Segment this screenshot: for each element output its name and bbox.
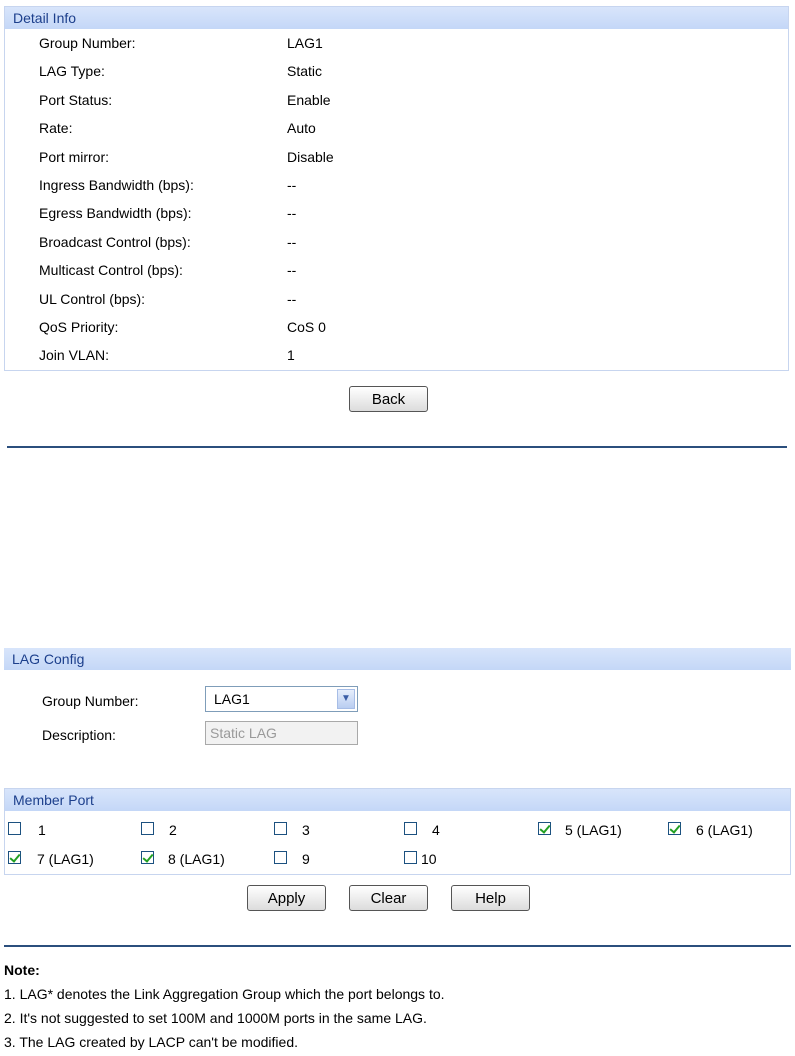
group-number-label: Group Number:	[42, 693, 139, 709]
detail-label: Broadcast Control (bps):	[39, 233, 191, 250]
group-number-select[interactable]: LAG1 ▼	[205, 686, 358, 712]
detail-label: LAG Type:	[39, 63, 105, 80]
port-label: 6 (LAG1)	[696, 822, 753, 838]
detail-label: Ingress Bandwidth (bps):	[39, 176, 194, 193]
detail-label: Rate:	[39, 120, 73, 137]
detail-value: --	[287, 233, 297, 250]
description-label: Description:	[42, 727, 116, 743]
detail-info-header: Detail Info	[5, 7, 788, 29]
port-label: 10	[421, 851, 437, 867]
port-label: 9	[302, 851, 310, 867]
detail-row: Group Number: LAG1	[5, 29, 788, 57]
detail-label: Multicast Control (bps):	[39, 262, 183, 279]
detail-row: LAG Type: Static	[5, 57, 788, 85]
checkbox-checked[interactable]	[141, 851, 154, 864]
detail-table: Group Number: LAG1 LAG Type: Static Port S…	[5, 29, 788, 370]
detail-value: --	[287, 176, 297, 193]
detail-label: Port Status:	[39, 91, 113, 108]
divider	[4, 945, 791, 947]
port-label: 8 (LAG1)	[168, 851, 225, 867]
note-line: 2. It's not suggested to set 100M and 10…	[4, 1010, 427, 1026]
group-number-value: LAG1	[214, 691, 250, 707]
detail-value: CoS 0	[287, 318, 326, 335]
note-line: 3. The LAG created by LACP can't be modi…	[4, 1034, 298, 1050]
divider	[7, 446, 787, 448]
detail-label: QoS Priority:	[39, 318, 119, 335]
detail-label: Join VLAN:	[39, 347, 110, 364]
detail-row: Egress Bandwidth (bps): --	[5, 199, 788, 227]
detail-label: Group Number:	[39, 35, 136, 51]
port-label: 7 (LAG1)	[37, 851, 94, 867]
detail-value: Auto	[287, 120, 316, 137]
detail-row: QoS Priority: CoS 0	[5, 313, 788, 341]
detail-row: Port Status: Enable	[5, 86, 788, 114]
apply-button[interactable]: Apply	[247, 885, 326, 911]
detail-row: Rate: Auto	[5, 114, 788, 142]
detail-value: --	[287, 262, 297, 279]
detail-label: Egress Bandwidth (bps):	[39, 205, 192, 222]
port-label: 1	[38, 822, 46, 838]
back-button[interactable]: Back	[349, 386, 428, 412]
chevron-down-icon[interactable]: ▼	[337, 689, 355, 709]
detail-info-panel: Detail Info Group Number: LAG1 LAG Type: S…	[4, 6, 789, 371]
detail-value: Static	[287, 63, 323, 80]
detail-row: Ingress Bandwidth (bps): --	[5, 171, 788, 199]
detail-row: Join VLAN: 1	[5, 341, 788, 369]
detail-label: Port mirror:	[39, 148, 109, 165]
checkbox[interactable]	[404, 822, 417, 835]
lag-config-panel: LAG Config	[4, 648, 791, 670]
note-line: 1. LAG* denotes the Link Aggregation Gro…	[4, 986, 445, 1002]
checkbox-checked[interactable]	[538, 822, 551, 835]
checkbox-checked[interactable]	[668, 822, 681, 835]
detail-row: Broadcast Control (bps): --	[5, 228, 788, 256]
detail-value: --	[287, 205, 297, 222]
checkbox[interactable]	[8, 822, 21, 835]
checkbox[interactable]	[141, 822, 154, 835]
port-label: 4	[432, 822, 440, 838]
lag-config-header: LAG Config	[4, 648, 791, 670]
port-label: 2	[169, 822, 177, 838]
port-label: 5 (LAG1)	[565, 822, 622, 838]
checkbox[interactable]	[274, 822, 287, 835]
detail-value: LAG1	[287, 35, 323, 51]
detail-row: UL Control (bps): --	[5, 285, 788, 313]
detail-value: Enable	[287, 91, 331, 108]
clear-button[interactable]: Clear	[349, 885, 428, 911]
note-section: Note: 1. LAG* denotes the Link Aggregati…	[4, 958, 445, 1054]
checkbox-checked[interactable]	[8, 851, 21, 864]
checkbox[interactable]	[404, 851, 417, 864]
help-button[interactable]: Help	[451, 885, 530, 911]
member-port-header: Member Port	[5, 789, 790, 811]
checkbox[interactable]	[274, 851, 287, 864]
detail-row: Multicast Control (bps): --	[5, 256, 788, 284]
note-title: Note:	[4, 962, 40, 978]
detail-row: Port mirror: Disable	[5, 143, 788, 171]
detail-label: UL Control (bps):	[39, 290, 146, 307]
port-label: 3	[302, 822, 310, 838]
description-input[interactable]: Static LAG	[205, 721, 358, 745]
detail-value: 1	[287, 347, 295, 364]
detail-value: --	[287, 290, 297, 307]
detail-value: Disable	[287, 148, 334, 165]
